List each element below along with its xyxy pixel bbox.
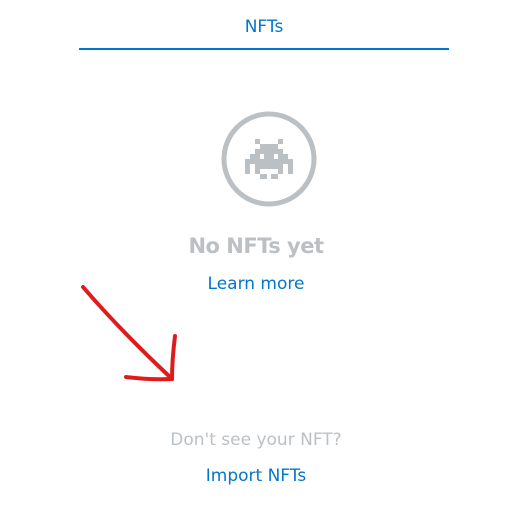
tab-nfts[interactable]: NFTs bbox=[79, 0, 449, 50]
space-invader-icon-svg bbox=[221, 111, 317, 207]
empty-state-title: No NFTs yet bbox=[188, 234, 324, 258]
learn-more-link[interactable]: Learn more bbox=[0, 274, 512, 294]
import-nfts-link[interactable]: Import NFTs bbox=[0, 466, 512, 486]
tab-nfts-label: NFTs bbox=[244, 17, 284, 37]
tab-active-underline bbox=[79, 48, 449, 50]
missing-nft-prompt: Don't see your NFT? bbox=[170, 430, 342, 450]
space-invader-icon bbox=[221, 111, 317, 207]
nfts-panel: NFTs No NFTs yet Learn more Don't see yo… bbox=[0, 0, 512, 513]
